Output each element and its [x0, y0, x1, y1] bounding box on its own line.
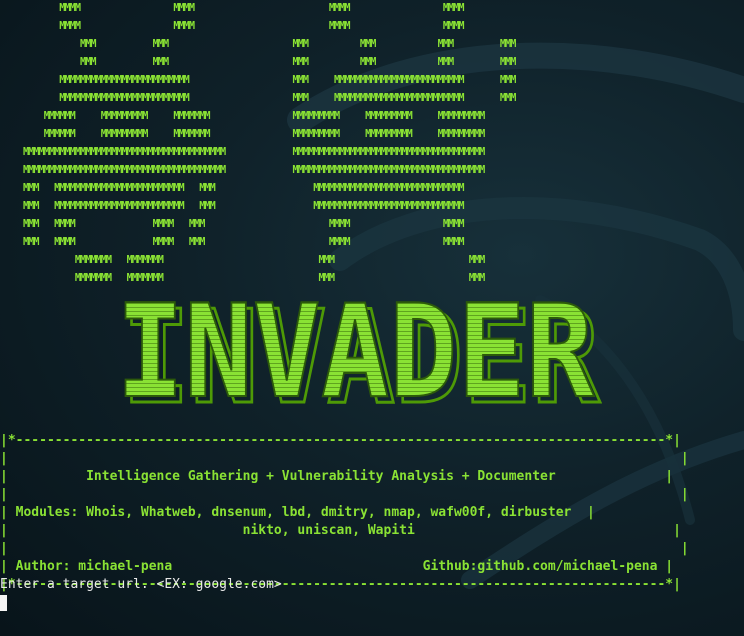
terminal-window[interactable]: MMMM MMMM MMMM MMMM MMMM MMMM MMMM MMMM … [0, 0, 744, 636]
block-cursor-icon [0, 594, 7, 611]
logo-text: INVADER [116, 296, 595, 412]
info-box: |*--------------------------------------… [0, 433, 689, 592]
target-url-prompt: Enter a target url. <EX: google.com> [0, 577, 282, 592]
ascii-invader-art: MMMM MMMM MMMM MMMM MMMM MMMM MMMM MMMM … [23, 3, 516, 284]
invader-logo: INVADER INVADER [115, 296, 602, 412]
target-url-input[interactable] [8, 594, 308, 611]
input-line[interactable] [0, 594, 308, 611]
